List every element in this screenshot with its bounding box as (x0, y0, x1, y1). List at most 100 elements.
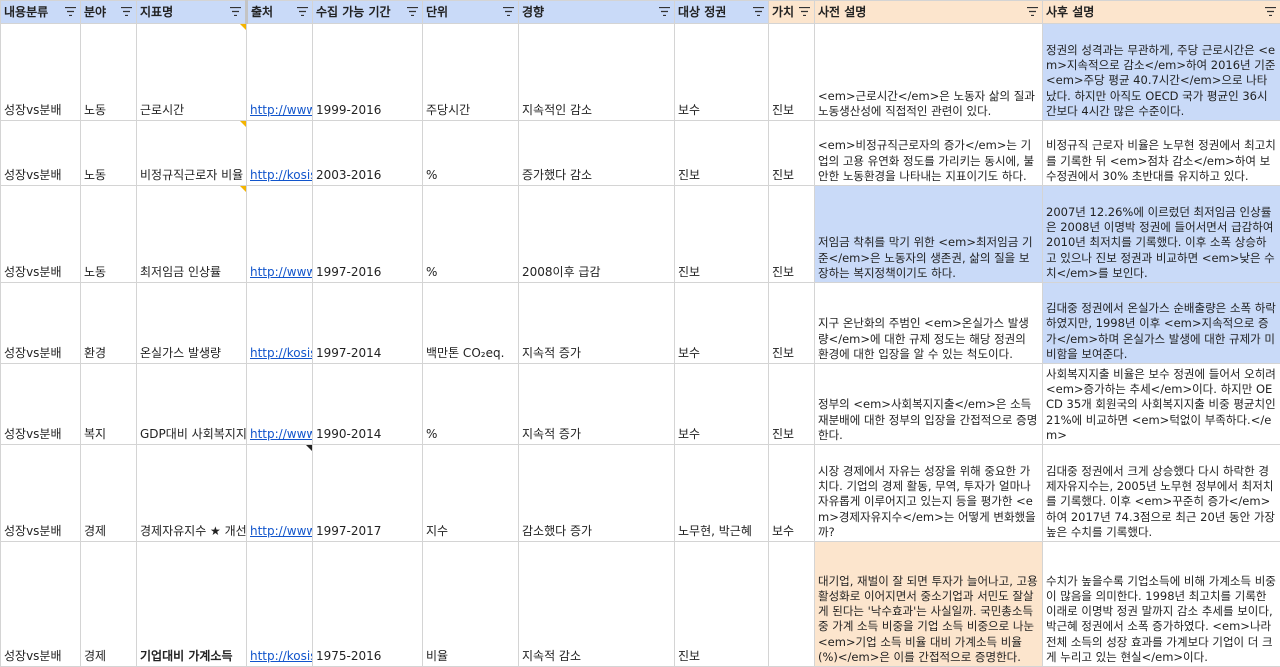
cell-unit[interactable]: 지수 (422, 444, 519, 542)
cell-period[interactable]: 1990-2014 (312, 363, 423, 445)
cell-value[interactable]: 진보 (768, 363, 815, 445)
cell-target[interactable]: 진보 (674, 185, 769, 283)
cell-trend[interactable]: 2008이후 급감 (518, 185, 675, 283)
cell-trend[interactable]: 지속적 증가 (518, 282, 675, 364)
cell-source-link[interactable]: http://www (246, 444, 313, 542)
cell-post-description[interactable]: 정권의 성격과는 무관하게, 주당 근로시간은 <em>지속적으로 감소</em… (1042, 23, 1280, 121)
header-category[interactable]: 내용분류 (0, 0, 81, 24)
cell-post-description[interactable]: 비정규직 근로자 비율은 노무현 정권에서 최고치를 기록한 뒤 <em>점차 … (1042, 120, 1280, 186)
cell-unit[interactable]: % (422, 363, 519, 445)
cell-indicator[interactable]: 최저임금 인상률 (136, 185, 247, 283)
header-source[interactable]: 출처 (245, 0, 313, 24)
cell-target[interactable]: 보수 (674, 23, 769, 121)
cell-post-description[interactable]: 사회복지지출 비율은 보수 정권에 들어서 오히려 <em>증가하는 추세</e… (1042, 363, 1280, 445)
filter-icon[interactable] (407, 7, 418, 16)
cell-post-description[interactable]: 김대중 정권에서 크게 상승했다 다시 하락한 경제자유지수는, 2005년 노… (1042, 444, 1280, 542)
cell-trend[interactable]: 지속적 증가 (518, 363, 675, 445)
comment-marker-icon[interactable] (240, 121, 246, 127)
cell-source-link[interactable]: http://www (246, 185, 313, 283)
filter-icon[interactable] (1027, 7, 1038, 16)
cell-pre-description[interactable]: 대기업, 재벌이 잘 되면 투자가 늘어나고, 고용 활성화로 이어지면서 중소… (814, 541, 1043, 667)
cell-trend[interactable]: 증가했다 감소 (518, 120, 675, 186)
cell-field[interactable]: 노동 (80, 120, 137, 186)
comment-marker-icon[interactable] (306, 445, 312, 451)
cell-category[interactable]: 성장vs분배 (0, 444, 81, 542)
cell-category[interactable]: 성장vs분배 (0, 120, 81, 186)
cell-period[interactable]: 2003-2016 (312, 120, 423, 186)
filter-icon[interactable] (753, 7, 764, 16)
cell-unit[interactable]: 주당시간 (422, 23, 519, 121)
header-indicator[interactable]: 지표명 (136, 0, 247, 24)
cell-pre-description[interactable]: <em>근로시간</em>은 노동자 삶의 질과 노동생산성에 직접적인 관련이… (814, 23, 1043, 121)
header-field[interactable]: 분야 (80, 0, 137, 24)
cell-target[interactable]: 보수 (674, 282, 769, 364)
cell-field[interactable]: 복지 (80, 363, 137, 445)
cell-period[interactable]: 1999-2016 (312, 23, 423, 121)
cell-post-description[interactable]: 김대중 정권에서 온실가스 순배출량은 소폭 하락하였지만, 1998년 이후 … (1042, 282, 1280, 364)
cell-pre-description[interactable]: 시장 경제에서 자유는 성장을 위해 중요한 가치다. 기업의 경제 활동, 무… (814, 444, 1043, 542)
header-value[interactable]: 가치 (768, 0, 815, 24)
header-period[interactable]: 수집 가능 기간 (312, 0, 423, 24)
cell-category[interactable]: 성장vs분배 (0, 541, 81, 667)
cell-value[interactable] (768, 541, 815, 667)
cell-unit[interactable]: % (422, 120, 519, 186)
cell-value[interactable]: 보수 (768, 444, 815, 542)
cell-indicator[interactable]: 비정규직근로자 비율 (136, 120, 247, 186)
cell-post-description[interactable]: 수치가 높을수록 기업소득에 비해 가계소득 비중이 많음을 의미한다. 199… (1042, 541, 1280, 667)
cell-indicator[interactable]: GDP대비 사회복지지출 (136, 363, 247, 445)
cell-pre-description[interactable]: 지구 온난화의 주범인 <em>온실가스 발생량</em>에 대한 규제 정도는… (814, 282, 1043, 364)
cell-indicator[interactable]: 근로시간 (136, 23, 247, 121)
cell-period[interactable]: 1997-2014 (312, 282, 423, 364)
cell-unit[interactable]: 백만톤 CO₂eq. (422, 282, 519, 364)
cell-category[interactable]: 성장vs분배 (0, 363, 81, 445)
cell-source-link[interactable]: http://kosis (246, 282, 313, 364)
cell-target[interactable]: 보수 (674, 363, 769, 445)
filter-icon[interactable] (65, 7, 76, 16)
cell-pre-description[interactable]: 정부의 <em>사회복지지출</em>은 소득재분배에 대한 정부의 입장을 간… (814, 363, 1043, 445)
cell-target[interactable]: 노무현, 박근혜 (674, 444, 769, 542)
cell-source-link[interactable]: http://www (246, 363, 313, 445)
cell-category[interactable]: 성장vs분배 (0, 185, 81, 283)
cell-trend[interactable]: 감소했다 증가 (518, 444, 675, 542)
cell-period[interactable]: 1997-2017 (312, 444, 423, 542)
header-target[interactable]: 대상 정권 (674, 0, 769, 24)
cell-pre-description[interactable]: 저임금 착취를 막기 위한 <em>최저임금 기준</em>은 노동자의 생존권… (814, 185, 1043, 283)
cell-trend[interactable]: 지속적 감소 (518, 541, 675, 667)
cell-field[interactable]: 환경 (80, 282, 137, 364)
header-unit[interactable]: 단위 (422, 0, 519, 24)
cell-indicator[interactable]: 경제자유지수 ★ 개선 (136, 444, 247, 542)
cell-category[interactable]: 성장vs분배 (0, 23, 81, 121)
filter-icon[interactable] (1265, 7, 1276, 16)
cell-value[interactable]: 진보 (768, 23, 815, 121)
filter-icon[interactable] (799, 7, 810, 16)
cell-post-description[interactable]: 2007년 12.26%에 이르렀던 최저임금 인상률은 2008년 이명박 정… (1042, 185, 1280, 283)
header-trend[interactable]: 경향 (518, 0, 675, 24)
cell-unit[interactable]: 비율 (422, 541, 519, 667)
cell-source-link[interactable]: http://kosis (246, 120, 313, 186)
cell-value[interactable]: 진보 (768, 282, 815, 364)
cell-value[interactable]: 진보 (768, 185, 815, 283)
cell-field[interactable]: 경제 (80, 444, 137, 542)
cell-pre-description[interactable]: <em>비정규직근로자의 증가</em>는 기업의 고용 유연화 정도를 가리키… (814, 120, 1043, 186)
cell-field[interactable]: 노동 (80, 185, 137, 283)
cell-source-link[interactable]: http://www (246, 23, 313, 121)
header-post[interactable]: 사후 설명 (1042, 0, 1280, 24)
cell-period[interactable]: 1997-2016 (312, 185, 423, 283)
cell-field[interactable]: 노동 (80, 23, 137, 121)
cell-target[interactable]: 진보 (674, 541, 769, 667)
cell-field[interactable]: 경제 (80, 541, 137, 667)
filter-icon[interactable] (503, 7, 514, 16)
filter-icon[interactable] (297, 7, 308, 16)
cell-unit[interactable]: % (422, 185, 519, 283)
cell-trend[interactable]: 지속적인 감소 (518, 23, 675, 121)
cell-indicator[interactable]: 기업대비 가계소득 (136, 541, 247, 667)
cell-category[interactable]: 성장vs분배 (0, 282, 81, 364)
cell-target[interactable]: 진보 (674, 120, 769, 186)
comment-marker-icon[interactable] (240, 24, 246, 30)
header-pre[interactable]: 사전 설명 (814, 0, 1043, 24)
cell-indicator[interactable]: 온실가스 발생량 (136, 282, 247, 364)
cell-value[interactable]: 진보 (768, 120, 815, 186)
filter-icon[interactable] (121, 7, 132, 16)
cell-period[interactable]: 1975-2016 (312, 541, 423, 667)
filter-icon[interactable] (659, 7, 670, 16)
